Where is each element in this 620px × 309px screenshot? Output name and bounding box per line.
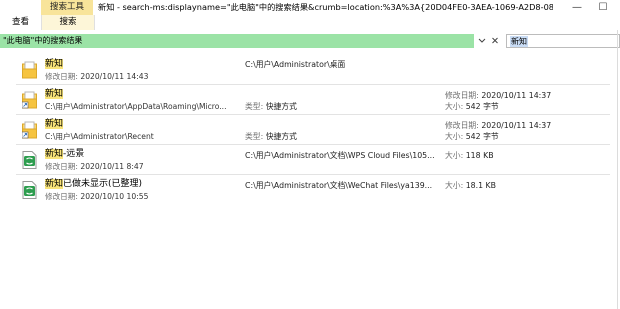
size-label: 大小: (445, 181, 464, 190)
address-bar[interactable]: "此电脑"中的搜索结果 (0, 34, 474, 48)
maximize-button[interactable]: ☐ (592, 0, 614, 15)
type-label: 类型: (245, 102, 264, 111)
modified-value: 2020/10/11 14:37 (481, 91, 552, 100)
wps-sheet-icon (22, 151, 37, 169)
modified-label: 修改日期: (45, 192, 78, 201)
type-value: 快捷方式 (265, 132, 297, 141)
row-divider (16, 114, 610, 115)
name-match: 新知 (45, 149, 64, 159)
address-text: "此电脑"中的搜索结果 (3, 36, 83, 45)
minimize-button[interactable]: — (566, 0, 588, 15)
window-title: 新知 - search-ms:displayname="此电脑"中的搜索结果&c… (98, 2, 553, 12)
path-value: C:\用户\Administrator\桌面 (245, 60, 346, 69)
list-item[interactable]: 新知 C:\用户\Administrator\AppData\Roaming\M… (0, 86, 620, 115)
tab-search[interactable]: 搜索 (41, 15, 95, 30)
name-match: 新知 (45, 89, 64, 99)
size-value: 542 字节 (465, 102, 499, 111)
modified-value: 2020/10/11 14:37 (481, 121, 552, 130)
folder-shortcut-icon (22, 121, 37, 139)
folder-icon (22, 61, 37, 79)
modified-value: 2020/10/11 14:43 (80, 72, 149, 81)
type-label: 类型: (245, 132, 264, 141)
name-match: 新知 (45, 119, 64, 129)
row-divider (16, 174, 610, 175)
search-input[interactable]: 新知 (506, 34, 620, 48)
path-value: C:\用户\Administrator\AppData\Roaming\Micr… (45, 102, 227, 111)
list-item[interactable]: 新知已做未显示(已整理) 修改日期: 2020/10/10 10:55 C:\用… (0, 176, 620, 205)
tab-view[interactable]: 查看 (0, 15, 41, 30)
close-icon[interactable] (489, 34, 500, 48)
modified-label: 修改日期: (45, 72, 78, 81)
list-item[interactable]: 新知 C:\用户\Administrator\Recent 类型: 快捷方式 修… (0, 116, 620, 145)
row-divider (16, 84, 610, 85)
window-edge (617, 30, 618, 309)
name-match: 新知 (45, 59, 64, 69)
search-value: 新知 (510, 36, 528, 47)
modified-label: 修改日期: (45, 162, 78, 171)
modified-label: 修改日期: (445, 91, 479, 100)
name-rest: -远景 (63, 149, 85, 159)
title-bar: 搜索工具 查看 搜索 新知 - search-ms:displayname="此… (0, 0, 620, 30)
name-rest: 已做未显示(已整理) (63, 179, 143, 189)
size-value: 542 字节 (465, 132, 499, 141)
list-item[interactable]: 新知-远景 修改日期: 2020/10/11 8:47 C:\用户\Admini… (0, 146, 620, 175)
wps-sheet-icon (22, 181, 37, 199)
path-value: C:\用户\Administrator\文档\WeChat Files\ya13… (245, 181, 433, 190)
modified-value: 2020/10/11 8:47 (80, 162, 144, 171)
type-value: 快捷方式 (265, 102, 297, 111)
size-value: 118 KB (465, 151, 494, 160)
folder-shortcut-icon (22, 91, 37, 109)
modified-label: 修改日期: (445, 121, 479, 130)
size-label: 大小: (445, 132, 464, 141)
path-value: C:\用户\Administrator\文档\WPS Cloud Files\1… (245, 151, 435, 160)
ribbon-contextual-tab[interactable]: 搜索工具 (41, 0, 93, 15)
size-label: 大小: (445, 102, 464, 111)
size-label: 大小: (445, 151, 464, 160)
row-divider (16, 144, 610, 145)
list-item[interactable]: 新知 修改日期: 2020/10/11 14:43 C:\用户\Administ… (0, 56, 620, 85)
path-value: C:\用户\Administrator\Recent (45, 132, 154, 141)
size-value: 18.1 KB (465, 181, 497, 190)
address-row: "此电脑"中的搜索结果 新知 (0, 34, 620, 48)
modified-value: 2020/10/10 10:55 (80, 192, 149, 201)
chevron-down-icon[interactable] (476, 34, 487, 48)
name-match: 新知 (45, 179, 64, 189)
